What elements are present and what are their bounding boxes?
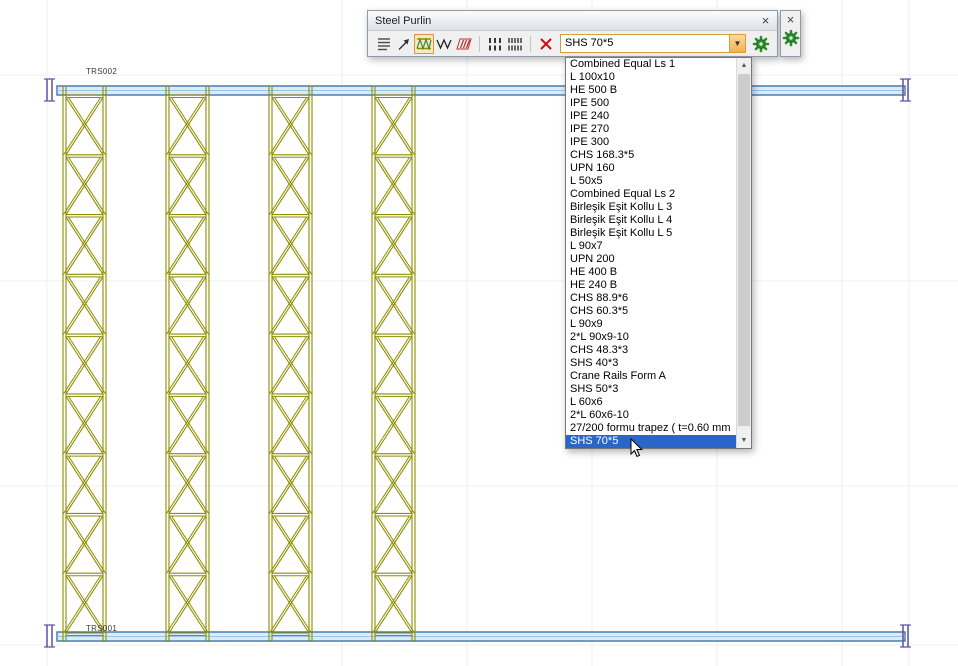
titlebar[interactable]: Steel Purlin × [368, 11, 777, 31]
dropdown-item[interactable]: Birleşik Eşit Kollu L 4 [566, 214, 736, 227]
beam-label-trs001: TRS001 [86, 624, 117, 633]
dropdown-item[interactable]: UPN 200 [566, 253, 736, 266]
beam-label-trs002: TRS002 [86, 67, 117, 76]
purlin-toolbar: SHS 70*5 ▼ [368, 31, 777, 56]
dropdown-item[interactable]: IPE 500 [566, 97, 736, 110]
window-title: Steel Purlin [375, 15, 757, 27]
dropdown-item[interactable]: SHS 40*3 [566, 357, 736, 370]
dropdown-item[interactable]: IPE 300 [566, 136, 736, 149]
toolbar-separator [530, 36, 531, 52]
dropdown-item[interactable]: HE 500 B [566, 84, 736, 97]
dropdown-item[interactable]: UPN 160 [566, 162, 736, 175]
dropdown-item[interactable]: L 50x5 [566, 175, 736, 188]
toolbar-separator [479, 36, 480, 52]
profile-combobox-value[interactable]: SHS 70*5 [561, 35, 729, 52]
dropdown-item[interactable]: L 60x6 [566, 396, 736, 409]
drawing-canvas[interactable] [0, 0, 958, 666]
dropdown-item[interactable]: IPE 240 [566, 110, 736, 123]
dropdown-item[interactable]: Birleşik Eşit Kollu L 5 [566, 227, 736, 240]
red-hatch-icon[interactable] [454, 34, 474, 54]
chevron-down-icon[interactable]: ▼ [729, 35, 745, 52]
dropdown-item[interactable]: IPE 270 [566, 123, 736, 136]
dropdown-item[interactable]: 2*L 90x9-10 [566, 331, 736, 344]
zigzag-icon[interactable] [434, 34, 454, 54]
dropdown-item[interactable]: Combined Equal Ls 2 [566, 188, 736, 201]
dropdown-item[interactable]: SHS 70*5 [566, 435, 736, 448]
dropdown-item[interactable]: CHS 168.3*5 [566, 149, 736, 162]
dropdown-item[interactable]: 27/200 formu trapez ( t=0.60 mm [566, 422, 736, 435]
dropdown-item[interactable]: L 100x10 [566, 71, 736, 84]
profile-dropdown: Combined Equal Ls 1L 100x10HE 500 BIPE 5… [565, 57, 752, 449]
apply-gear-icon[interactable] [751, 34, 771, 54]
dropdown-item[interactable]: Birleşik Eşit Kollu L 3 [566, 201, 736, 214]
rail-grid-dense-icon[interactable] [505, 34, 525, 54]
side-tool-window: × [780, 10, 801, 57]
dropdown-item[interactable]: CHS 48.3*3 [566, 344, 736, 357]
steel-purlin-window: Steel Purlin × [367, 10, 778, 57]
dropdown-item[interactable]: Crane Rails Form A [566, 370, 736, 383]
lines-icon[interactable] [374, 34, 394, 54]
profile-dropdown-list: Combined Equal Ls 1L 100x10HE 500 BIPE 5… [566, 58, 736, 448]
dropdown-item[interactable]: CHS 88.9*6 [566, 292, 736, 305]
dropdown-item[interactable]: CHS 60.3*5 [566, 305, 736, 318]
scrollbar-thumb[interactable] [738, 74, 750, 426]
dropdown-item[interactable]: HE 400 B [566, 266, 736, 279]
delete-red-x-icon[interactable] [536, 34, 556, 54]
dropdown-item[interactable]: Combined Equal Ls 1 [566, 58, 736, 71]
pick-arrow-icon[interactable] [394, 34, 414, 54]
dropdown-item[interactable]: L 90x7 [566, 240, 736, 253]
apply-gear-icon[interactable] [781, 28, 801, 48]
dropdown-item[interactable]: L 90x9 [566, 318, 736, 331]
scroll-down-icon[interactable]: ▼ [737, 433, 751, 448]
close-icon[interactable]: × [782, 11, 799, 28]
dropdown-item[interactable]: SHS 50*3 [566, 383, 736, 396]
rail-grid-icon[interactable] [485, 34, 505, 54]
dropdown-scrollbar[interactable]: ▲ ▼ [736, 58, 751, 448]
scroll-up-icon[interactable]: ▲ [737, 58, 751, 73]
profile-combobox[interactable]: SHS 70*5 ▼ [560, 34, 746, 53]
truss-panel-icon[interactable] [414, 34, 434, 54]
dropdown-item[interactable]: HE 240 B [566, 279, 736, 292]
close-icon[interactable]: × [757, 13, 774, 28]
dropdown-item[interactable]: 2*L 60x6-10 [566, 409, 736, 422]
